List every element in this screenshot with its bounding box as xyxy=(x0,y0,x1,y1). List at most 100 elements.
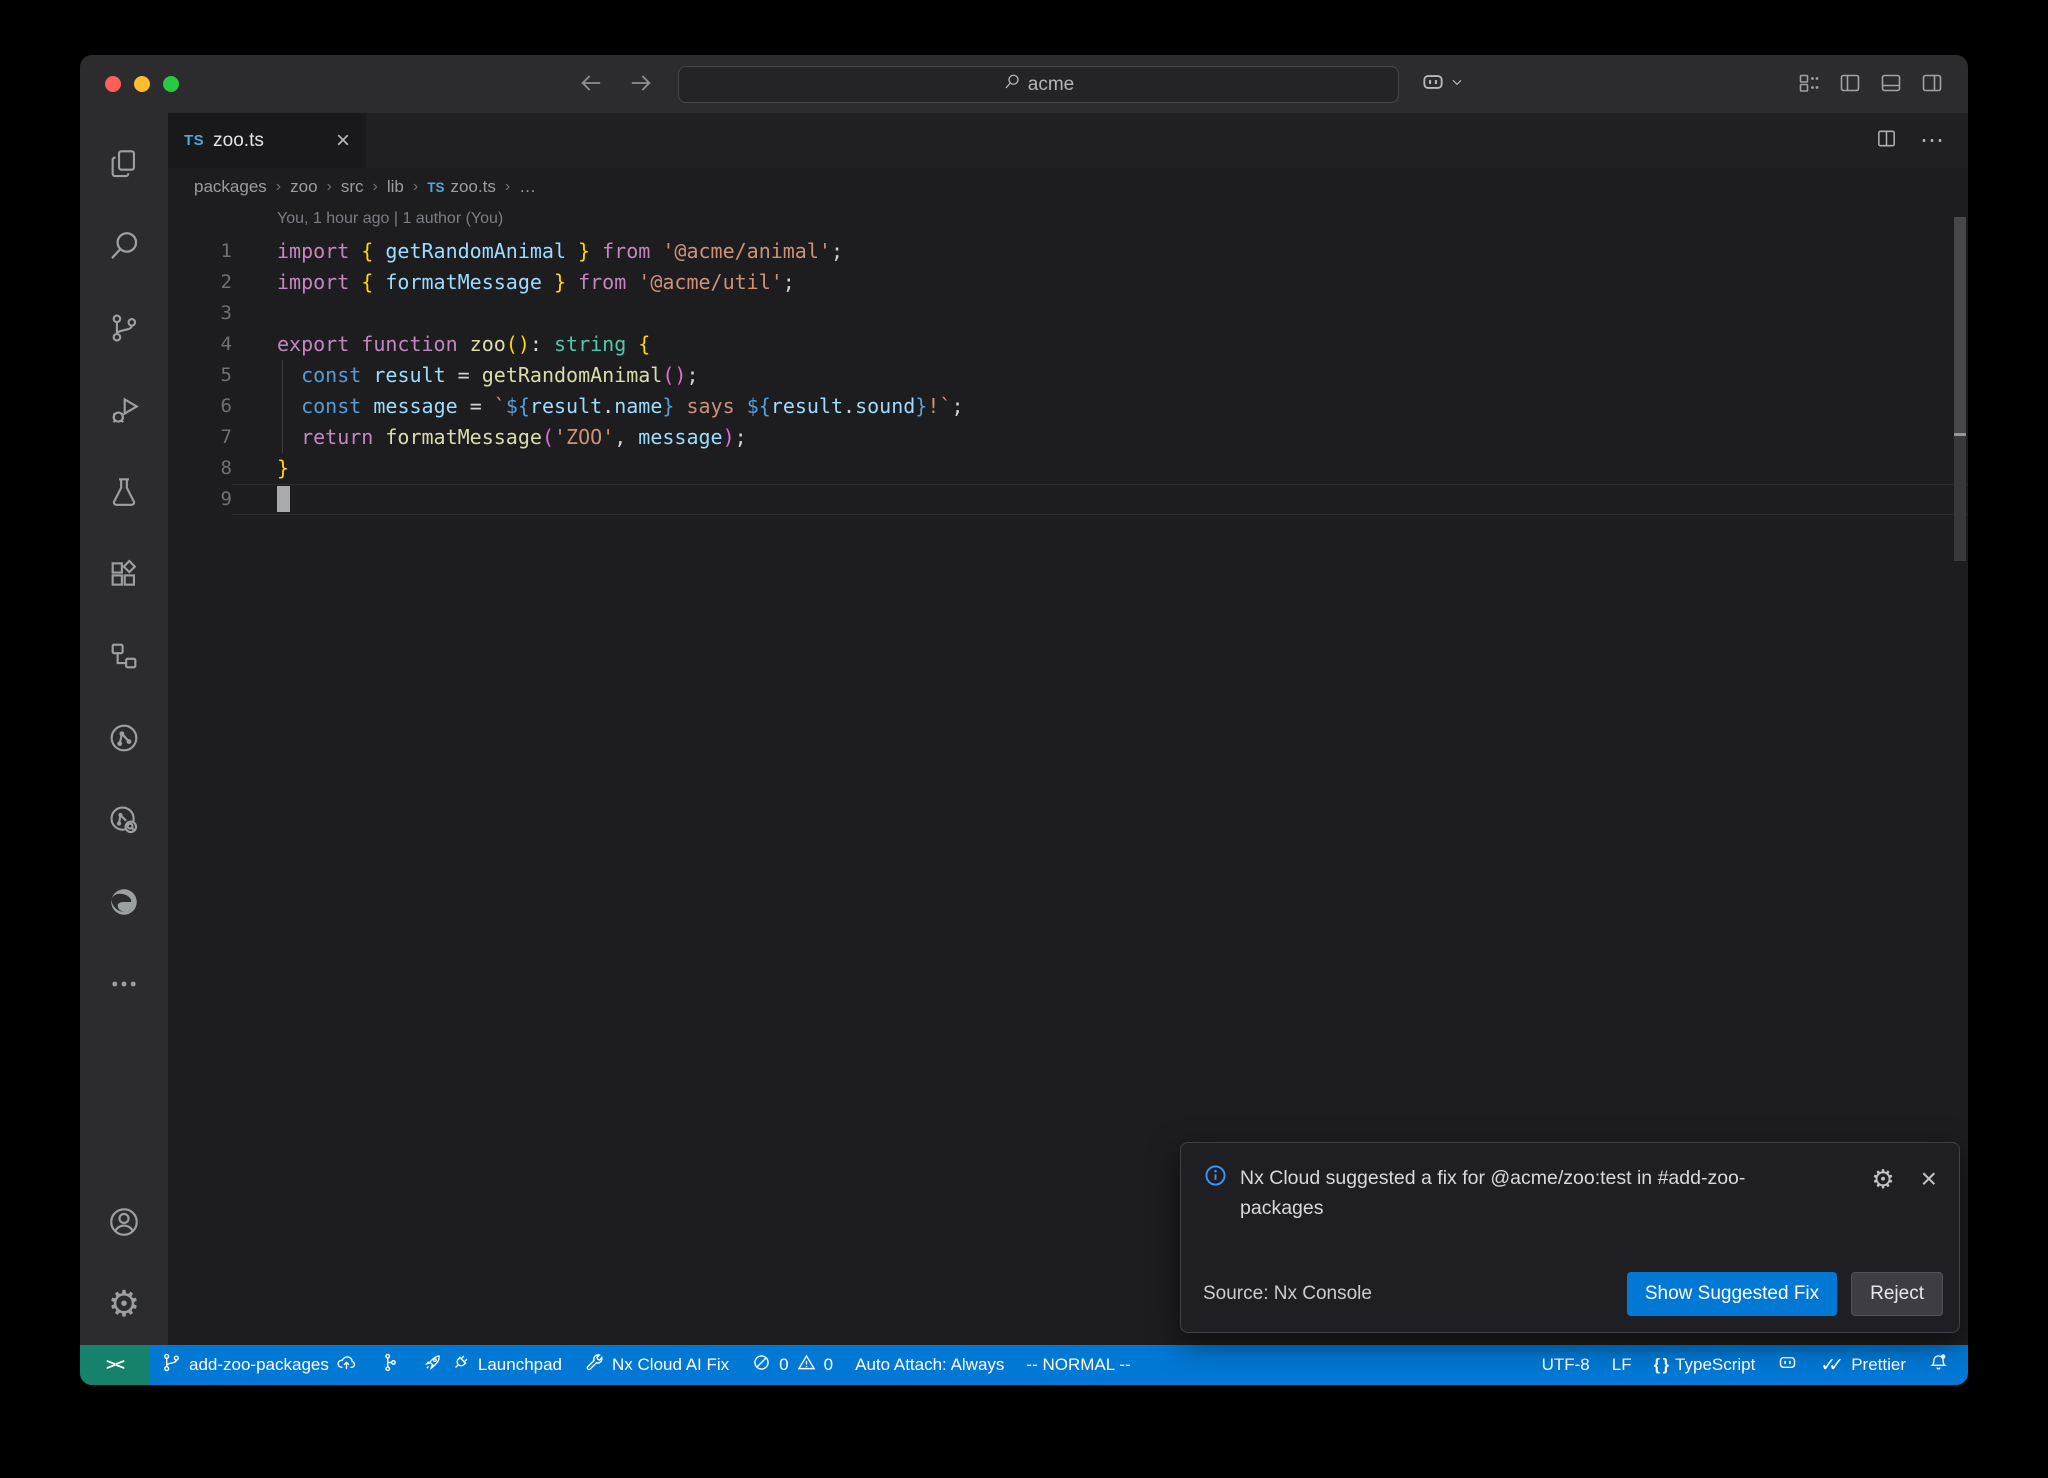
editor-more-actions-icon[interactable]: ⋯ xyxy=(1920,126,1946,155)
language-mode-item[interactable]: { } TypeScript xyxy=(1643,1345,1767,1385)
close-window-button[interactable] xyxy=(105,76,121,92)
toggle-secondary-sidebar-icon[interactable] xyxy=(1920,71,1944,100)
errors-icon xyxy=(751,1352,772,1378)
code-line[interactable]: 4export function zoo(): string { xyxy=(168,329,1968,360)
scrollbar-thumb[interactable] xyxy=(1954,217,1966,433)
breadcrumb-separator: › xyxy=(505,178,510,196)
notification-close-icon[interactable]: × xyxy=(1921,1165,1937,1193)
titlebar: acme xyxy=(80,55,1968,113)
nx-cloud-inspect-icon[interactable] xyxy=(80,779,168,861)
more-views-icon[interactable] xyxy=(80,943,168,1025)
breadcrumb-file[interactable]: TS zoo.ts xyxy=(427,177,496,197)
code-line[interactable]: 6 const message = `${result.name} says $… xyxy=(168,391,1968,422)
copilot-icon xyxy=(1777,1352,1798,1378)
search-sidebar-icon[interactable] xyxy=(80,205,168,287)
nx-pipeline-item[interactable] xyxy=(368,1345,411,1385)
back-icon[interactable] xyxy=(578,69,606,102)
line-number: 3 xyxy=(168,298,232,329)
line-number: 6 xyxy=(168,391,232,422)
zoom-window-button[interactable] xyxy=(163,76,179,92)
show-suggested-fix-button[interactable]: Show Suggested Fix xyxy=(1627,1272,1837,1316)
toggle-panel-icon[interactable] xyxy=(1879,71,1903,100)
encoding-item[interactable]: UTF-8 xyxy=(1531,1345,1601,1385)
code-line[interactable]: 1import { getRandomAnimal } from '@acme/… xyxy=(168,236,1968,267)
vim-mode-item[interactable]: -- NORMAL -- xyxy=(1015,1345,1141,1385)
vscode-window: acme ⚙ xyxy=(80,55,1968,1385)
breadcrumb-item[interactable]: packages xyxy=(194,177,267,197)
command-center-search[interactable]: acme xyxy=(678,66,1399,103)
bell-icon xyxy=(1928,1352,1949,1378)
notification-settings-icon[interactable]: ⚙ xyxy=(1871,1166,1894,1192)
notification-source: Source: Nx Console xyxy=(1203,1283,1372,1305)
copilot-menu-button[interactable] xyxy=(1420,69,1464,100)
code-line[interactable]: 5 const result = getRandomAnimal(); xyxy=(168,360,1968,391)
error-count: 0 xyxy=(779,1355,788,1375)
breadcrumb-separator: › xyxy=(327,178,332,196)
code-line[interactable]: 8} xyxy=(168,453,1968,484)
breadcrumb-separator: › xyxy=(373,178,378,196)
copilot-status-item[interactable] xyxy=(1766,1345,1809,1385)
double-check-icon: ✓✓ xyxy=(1820,1354,1844,1377)
tab-close-icon[interactable]: × xyxy=(336,129,350,153)
breadcrumb-symbol-more[interactable]: … xyxy=(519,177,536,197)
code-line[interactable]: 2import { formatMessage } from '@acme/ut… xyxy=(168,267,1968,298)
indent-guide xyxy=(282,422,283,453)
copilot-icon xyxy=(1420,69,1446,100)
notification-toast: Nx Cloud suggested a fix for @acme/zoo:t… xyxy=(1180,1142,1960,1333)
settings-gear-icon[interactable]: ⚙ xyxy=(80,1263,168,1345)
breadcrumb-separator: › xyxy=(276,178,281,196)
scrollbar-thumb-lower[interactable] xyxy=(1954,436,1966,561)
nx-cloud-icon[interactable] xyxy=(80,697,168,779)
git-branch-item[interactable]: add-zoo-packages xyxy=(150,1345,368,1385)
line-number: 5 xyxy=(168,360,232,391)
rocket-icon xyxy=(422,1352,443,1378)
braces-icon: { } xyxy=(1654,1356,1668,1375)
prettier-item[interactable]: ✓✓ Prettier xyxy=(1809,1345,1917,1385)
split-editor-icon[interactable] xyxy=(1875,127,1898,155)
line-number: 1 xyxy=(168,236,232,267)
source-control-icon[interactable] xyxy=(80,287,168,369)
tab-zoo-ts[interactable]: TS zoo.ts × xyxy=(168,113,366,168)
run-debug-icon[interactable] xyxy=(80,369,168,451)
eol-item[interactable]: LF xyxy=(1601,1345,1643,1385)
notifications-bell-item[interactable] xyxy=(1917,1345,1960,1385)
code-line[interactable]: 3 xyxy=(168,298,1968,329)
forward-icon[interactable] xyxy=(626,69,654,102)
line-number: 9 xyxy=(168,484,232,515)
search-icon xyxy=(1003,73,1021,97)
warnings-icon xyxy=(796,1352,817,1378)
remote-indicator[interactable]: >< xyxy=(80,1345,150,1385)
breadcrumb-item[interactable]: src xyxy=(341,177,364,197)
plug-icon xyxy=(450,1352,471,1378)
problems-item[interactable]: 0 0 xyxy=(740,1345,844,1385)
customize-layout-icon[interactable] xyxy=(1797,71,1821,100)
explorer-icon[interactable] xyxy=(80,123,168,205)
search-value: acme xyxy=(1028,74,1074,96)
nx-console-icon[interactable] xyxy=(80,615,168,697)
reject-button[interactable]: Reject xyxy=(1851,1272,1943,1316)
toggle-sidebar-icon[interactable] xyxy=(1838,71,1862,100)
breadcrumb-item[interactable]: lib xyxy=(387,177,404,197)
minimize-window-button[interactable] xyxy=(134,76,150,92)
accounts-icon[interactable] xyxy=(80,1181,168,1263)
code-line[interactable]: 7 return formatMessage('ZOO', message); xyxy=(168,422,1968,453)
breadcrumb-item[interactable]: zoo xyxy=(290,177,317,197)
code-line[interactable]: 9 xyxy=(168,484,1968,515)
chevron-down-icon xyxy=(1450,75,1464,94)
code-lines: 1import { getRandomAnimal } from '@acme/… xyxy=(168,236,1968,515)
launchpad-item[interactable]: Launchpad xyxy=(411,1345,573,1385)
wrench-icon xyxy=(584,1352,605,1378)
git-blame-annotation: You, 1 hour ago | 1 author (You) xyxy=(277,210,1968,234)
nx-cloud-ai-fix-item[interactable]: Nx Cloud AI Fix xyxy=(573,1345,740,1385)
breadcrumb-separator: › xyxy=(413,178,418,196)
line-number: 7 xyxy=(168,422,232,453)
warning-count: 0 xyxy=(824,1355,833,1375)
cloud-upload-icon xyxy=(336,1352,357,1378)
extensions-icon[interactable] xyxy=(80,533,168,615)
tab-bar: TS zoo.ts × ⋯ xyxy=(168,113,1968,168)
edge-browser-icon[interactable] xyxy=(80,861,168,943)
nx-pipeline-icon xyxy=(379,1352,400,1378)
testing-icon[interactable] xyxy=(80,451,168,533)
auto-attach-item[interactable]: Auto Attach: Always xyxy=(844,1345,1015,1385)
breadcrumb: packages › zoo › src › lib › TS zoo.ts ›… xyxy=(168,168,1968,206)
